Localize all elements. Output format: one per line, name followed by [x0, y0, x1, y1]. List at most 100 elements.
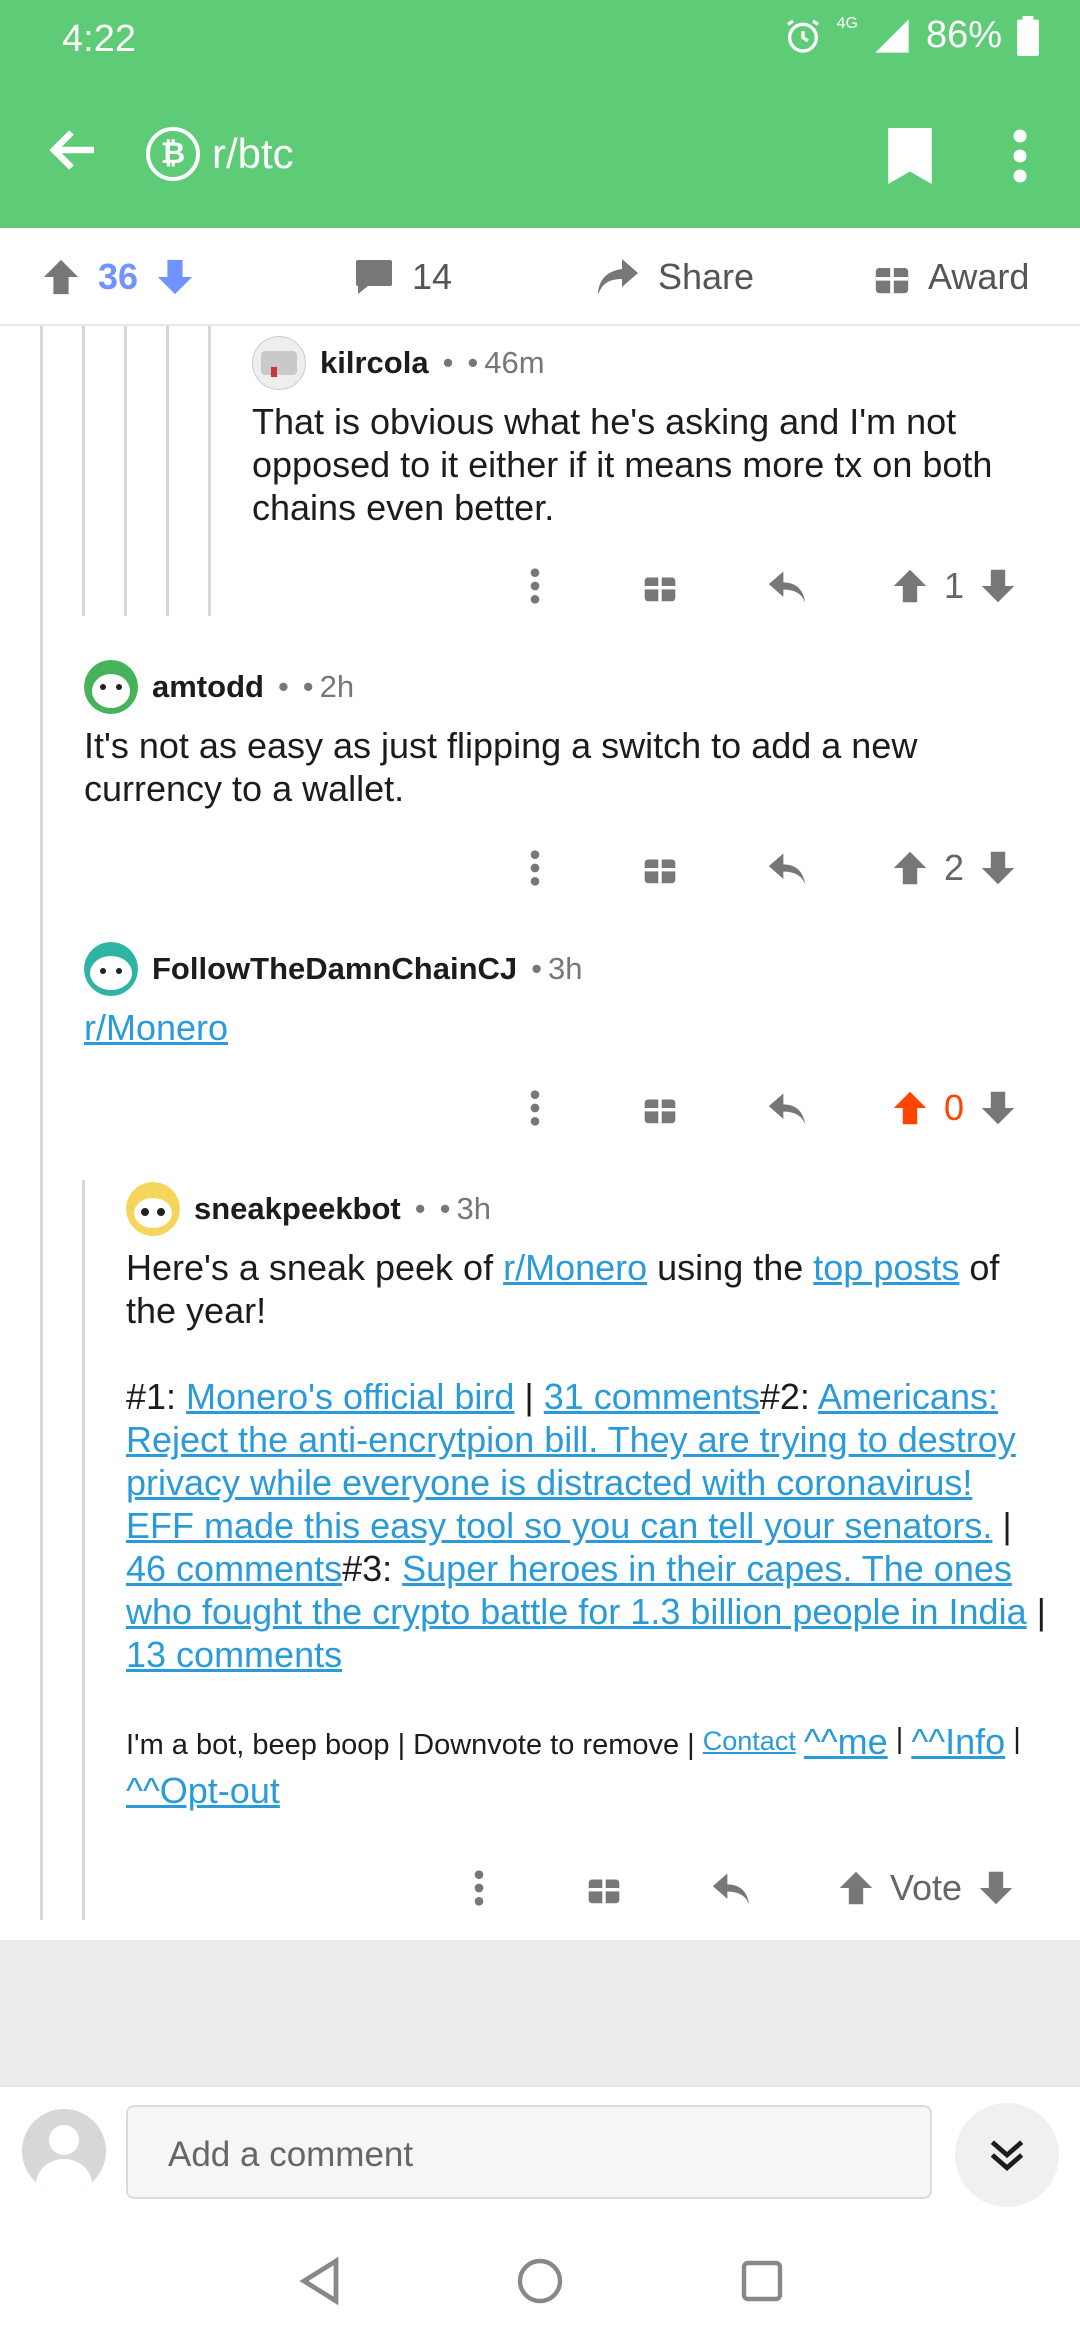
thread-line — [82, 1180, 85, 1920]
comment-actions: 0 — [0, 1078, 1080, 1138]
comment-score: 0 — [944, 1087, 965, 1128]
downvote-icon[interactable] — [980, 850, 1016, 886]
comment-score: 1 — [944, 565, 965, 606]
comments-link-1[interactable]: 31 comments — [544, 1376, 760, 1417]
post-vote: 36 — [42, 228, 194, 326]
avatar[interactable] — [126, 1182, 180, 1236]
chevron-double-down-icon[interactable] — [955, 2103, 1059, 2207]
post-link-1[interactable]: Monero's official bird — [186, 1376, 514, 1417]
gift-icon — [875, 268, 909, 294]
avatar[interactable] — [252, 336, 306, 390]
comment-time: 46m — [484, 345, 545, 380]
comments-button[interactable]: 14 — [354, 228, 452, 326]
nav-back-icon[interactable] — [298, 2257, 342, 2305]
top-posts-list: #1: Monero's official bird | 31 comments… — [126, 1376, 1046, 1675]
comment-time: 2h — [319, 669, 355, 704]
add-comment-input[interactable]: Add a comment — [126, 2105, 932, 2199]
upvote-icon[interactable] — [42, 257, 80, 297]
battery-percent: 86% — [925, 14, 1002, 56]
comment-actions: 1 — [0, 556, 1080, 616]
downvote-icon[interactable] — [156, 257, 194, 297]
comment-score: 2 — [944, 847, 965, 888]
reply-icon[interactable] — [764, 838, 810, 898]
info-link[interactable]: ^^Info — [911, 1721, 1005, 1762]
flair: • — [439, 1191, 451, 1226]
gift-icon[interactable] — [640, 1078, 680, 1138]
separator: • — [442, 345, 454, 380]
system-nav-bar — [0, 2215, 1080, 2340]
comment-count: 14 — [412, 256, 453, 297]
comment-actions: Vote — [0, 1858, 1080, 1918]
comment-author[interactable]: sneakpeekbot — [194, 1191, 401, 1227]
reply-icon[interactable] — [708, 1858, 754, 1918]
upvote-icon[interactable] — [892, 1090, 928, 1126]
separator: • — [531, 951, 542, 986]
opt-out-link[interactable]: ^^Opt-out — [126, 1770, 280, 1811]
thread-end-area — [0, 1940, 1080, 2085]
share-label: Share — [658, 256, 755, 297]
nav-recents-icon[interactable] — [740, 2259, 784, 2303]
comments-link-3[interactable]: 13 comments — [126, 1634, 342, 1675]
top-posts-link[interactable]: top posts — [813, 1247, 959, 1288]
comment-icon — [356, 260, 392, 294]
more-options-icon[interactable] — [464, 1858, 494, 1918]
avatar[interactable] — [84, 660, 138, 714]
reply-icon[interactable] — [764, 1078, 810, 1138]
flair: • — [467, 345, 479, 380]
comment-author[interactable]: kilrcola — [320, 345, 429, 381]
downvote-icon[interactable] — [980, 568, 1016, 604]
comment-time: 3h — [456, 1191, 491, 1226]
flair: • — [302, 669, 314, 704]
comment-time: 3h — [548, 951, 583, 986]
gift-icon[interactable] — [584, 1858, 624, 1918]
comment: sneakpeekbot • • 3h Here's a sneak peek … — [126, 1182, 1046, 1817]
downvote-icon[interactable] — [978, 1870, 1014, 1906]
more-options-icon[interactable] — [520, 838, 550, 898]
me-link[interactable]: ^^me — [804, 1721, 888, 1762]
avatar[interactable] — [84, 942, 138, 996]
post-score: 36 — [98, 256, 139, 297]
award-button[interactable]: Award — [874, 228, 1029, 326]
status-time: 4:22 — [62, 18, 136, 60]
share-button[interactable]: Share — [596, 228, 754, 326]
comment-body: That is obvious what he's asking and I'm… — [252, 401, 993, 528]
share-icon — [598, 259, 638, 295]
upvote-icon[interactable] — [892, 850, 928, 886]
award-label: Award — [928, 256, 1030, 297]
comment-body: It's not as easy as just flipping a swit… — [84, 725, 918, 809]
app-bar: ₿ r/btc — [0, 80, 1080, 228]
comment: FollowTheDamnChainCJ • 3h r/Monero — [84, 942, 1044, 1049]
upvote-icon[interactable] — [838, 1870, 874, 1906]
more-vertical-icon[interactable] — [1005, 126, 1035, 186]
separator: • — [414, 1191, 426, 1226]
vote-label: Vote — [890, 1867, 963, 1908]
contact-link[interactable]: Contact — [703, 1726, 796, 1756]
upvote-icon[interactable] — [892, 568, 928, 604]
back-arrow-icon[interactable] — [44, 120, 104, 180]
network-label: 4G — [836, 14, 858, 32]
alarm-icon — [786, 19, 819, 53]
separator: • — [277, 669, 289, 704]
bitcoin-icon: ₿ — [146, 127, 200, 181]
comment-actions: 2 — [0, 838, 1080, 898]
nav-home-icon[interactable] — [516, 2257, 564, 2305]
comments-link-2[interactable]: 46 comments — [126, 1548, 342, 1589]
subreddit-link[interactable]: r/Monero — [84, 1007, 228, 1048]
subreddit-link[interactable]: r/Monero — [503, 1247, 647, 1288]
more-options-icon[interactable] — [520, 556, 550, 616]
gift-icon[interactable] — [640, 556, 680, 616]
gift-icon[interactable] — [640, 838, 680, 898]
comment: kilrcola • • 46m That is obvious what he… — [252, 336, 1052, 529]
more-options-icon[interactable] — [520, 1078, 550, 1138]
subreddit-name[interactable]: r/btc — [212, 130, 294, 178]
reply-icon[interactable] — [764, 556, 810, 616]
comment-author[interactable]: FollowTheDamnChainCJ — [152, 951, 517, 987]
bookmark-icon[interactable] — [888, 128, 932, 184]
bot-intro: Here's a sneak peek of r/Monero using th… — [126, 1247, 1000, 1331]
status-bar: 4:22 4G 86% — [0, 0, 1080, 80]
user-avatar[interactable] — [22, 2109, 106, 2193]
downvote-icon[interactable] — [980, 1090, 1016, 1126]
signal-icon — [875, 18, 909, 53]
comment-body: Here's a sneak peek of r/Monero using th… — [126, 1246, 1046, 1817]
comment-author[interactable]: amtodd — [152, 669, 264, 705]
